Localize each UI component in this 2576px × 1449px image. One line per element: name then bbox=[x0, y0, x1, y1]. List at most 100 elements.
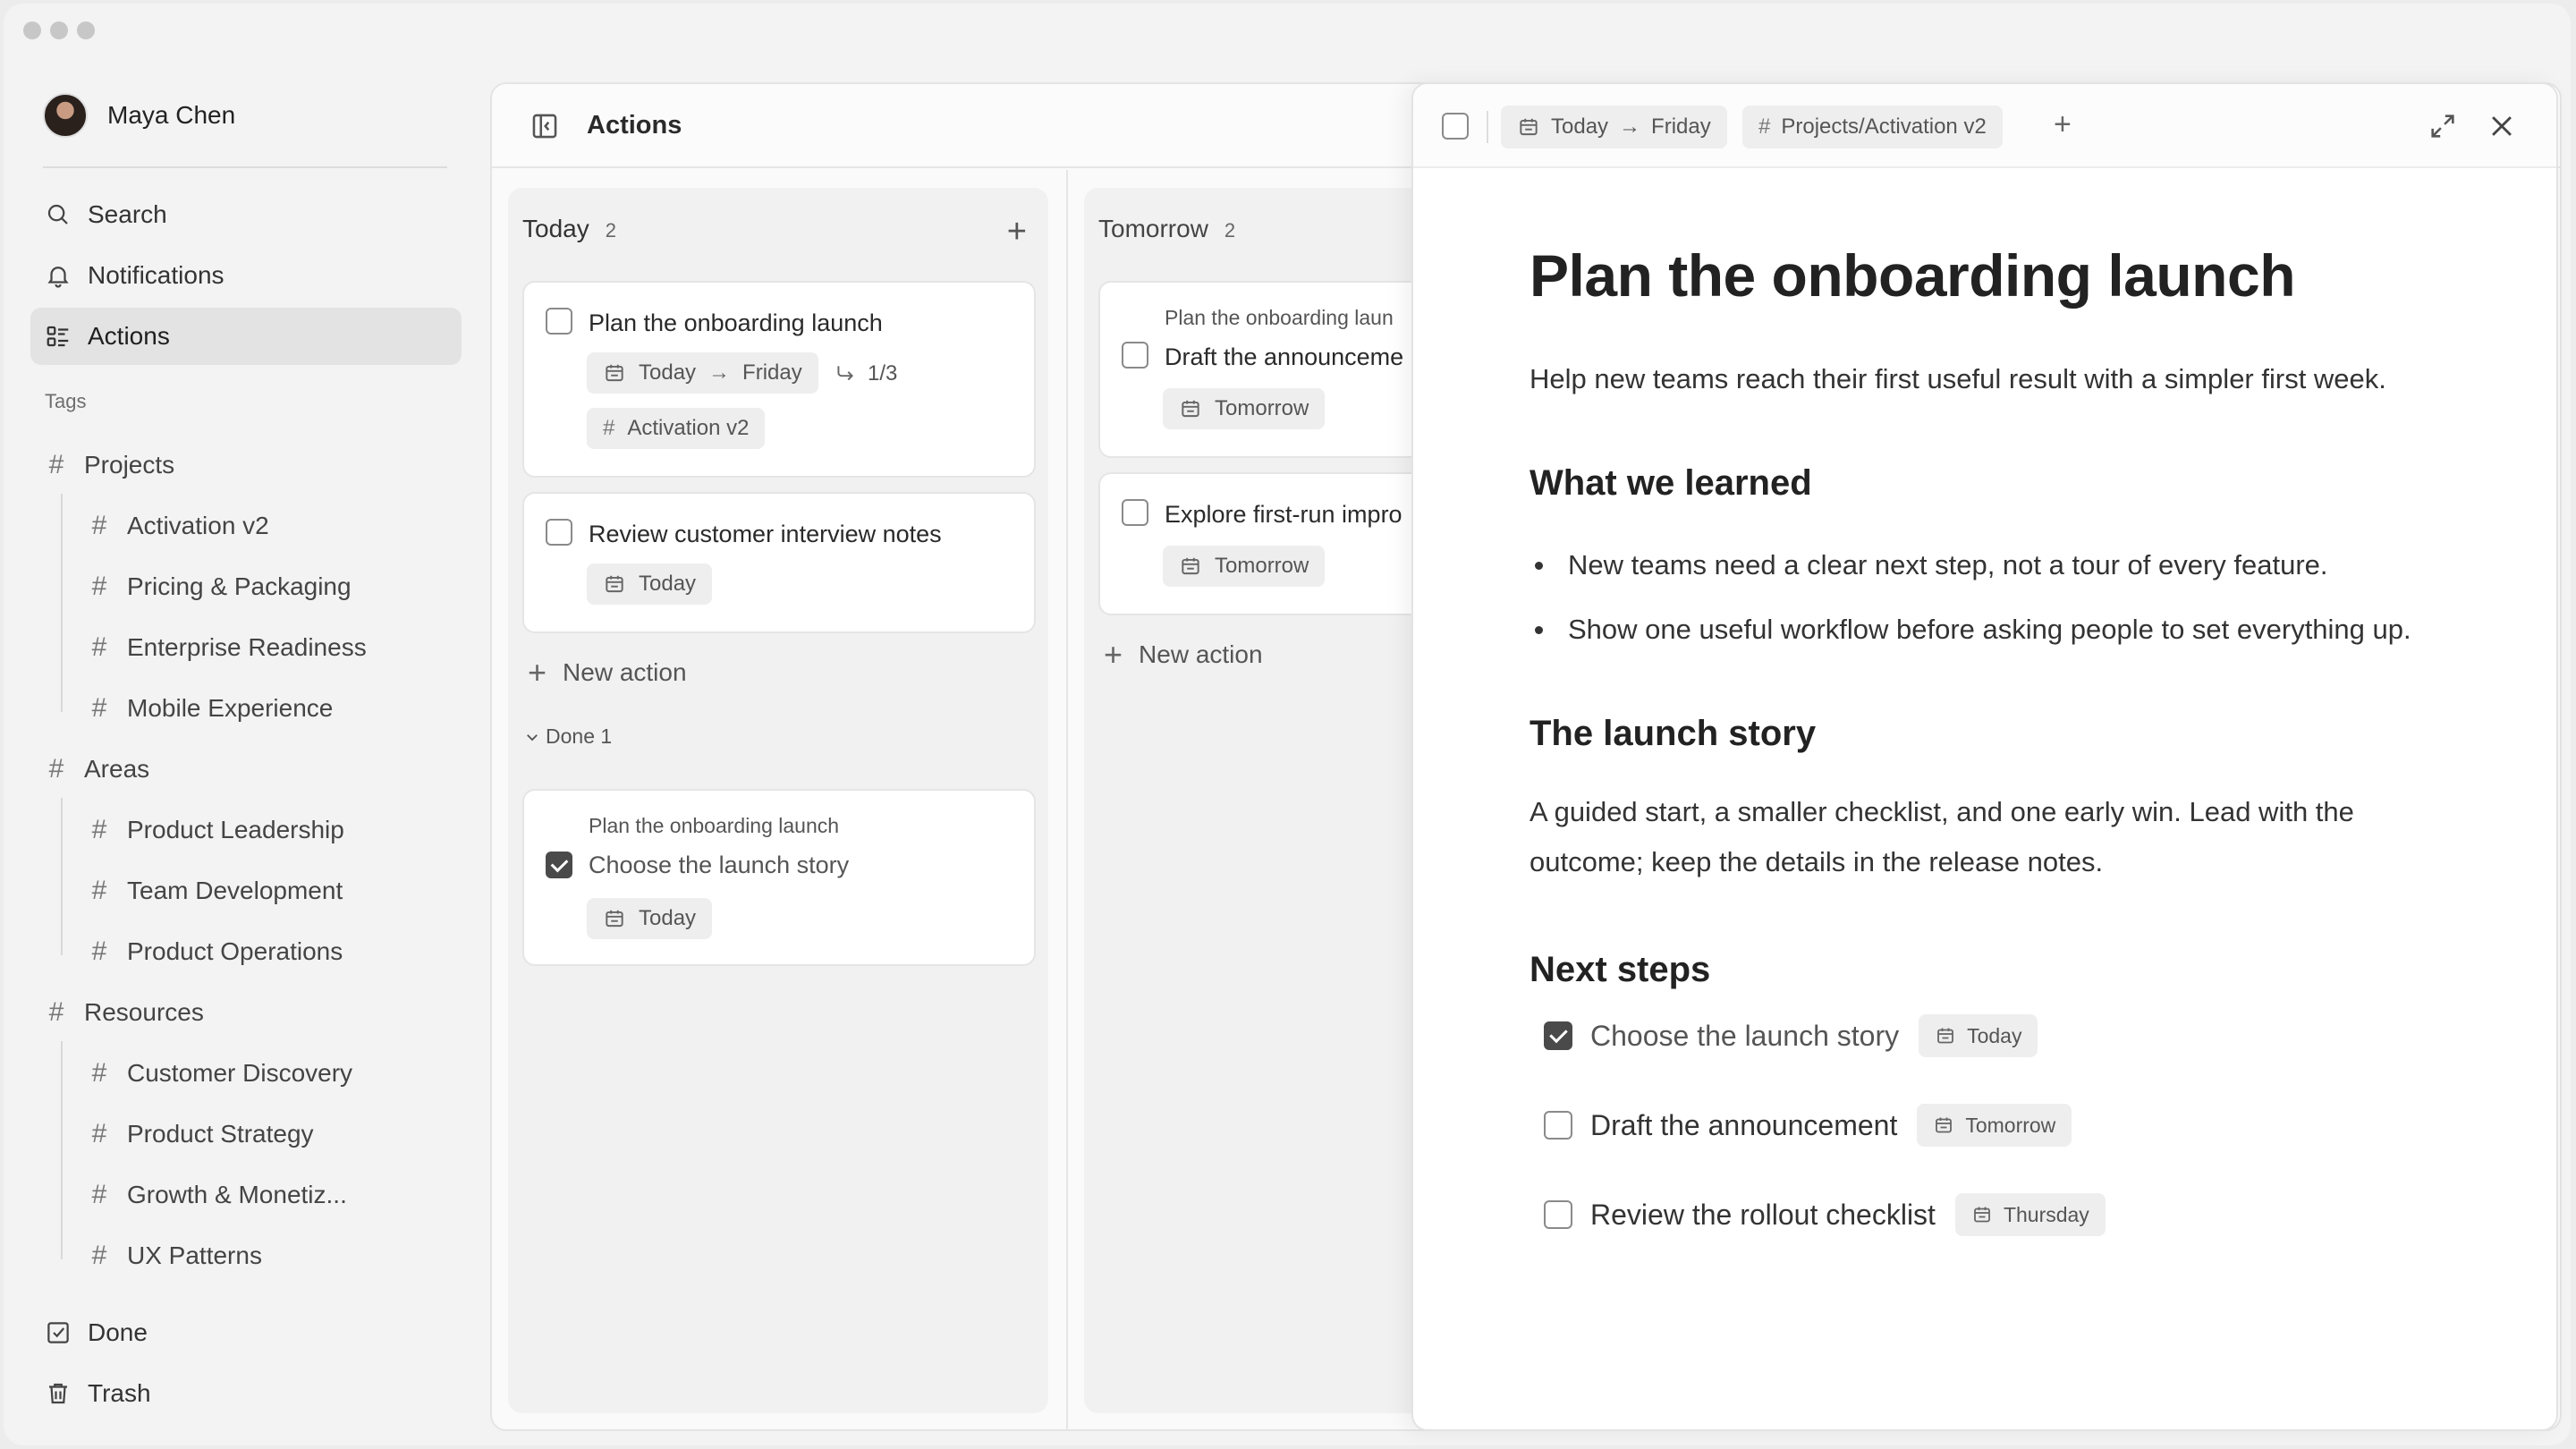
todo-checkbox[interactable] bbox=[1544, 1111, 1572, 1140]
sidebar-toggle-icon[interactable] bbox=[530, 111, 560, 141]
date-chip[interactable]: Thursday bbox=[1954, 1193, 2106, 1236]
user-profile[interactable]: Maya Chen bbox=[43, 93, 235, 138]
tag-label: Enterprise Readiness bbox=[127, 633, 367, 661]
todo-checkbox[interactable] bbox=[1544, 1200, 1572, 1229]
hash-icon: # bbox=[91, 632, 107, 662]
tag-item[interactable]: # Product Strategy bbox=[88, 1109, 314, 1159]
new-action-button[interactable]: + New action bbox=[528, 657, 687, 689]
hash-icon: # bbox=[91, 936, 107, 966]
done-section-toggle[interactable]: Done 1 bbox=[524, 724, 612, 749]
todo-checkbox-checked[interactable] bbox=[1544, 1021, 1572, 1050]
tag-label: Mobile Experience bbox=[127, 694, 334, 722]
card-checkbox[interactable] bbox=[546, 519, 572, 546]
tag-item[interactable]: # Product Leadership bbox=[88, 805, 344, 855]
tag-item[interactable]: # Enterprise Readiness bbox=[88, 623, 367, 673]
add-action-button[interactable]: + bbox=[1007, 215, 1027, 249]
arrow-right-icon: → bbox=[708, 360, 731, 385]
tag-label: Team Development bbox=[127, 877, 343, 904]
card-parent-title: Plan the onboarding launch bbox=[589, 814, 840, 837]
expand-icon[interactable] bbox=[2428, 111, 2458, 141]
date-label: Today bbox=[639, 906, 697, 930]
action-card[interactable]: Plan the onboarding launch Today → Frida… bbox=[522, 281, 1036, 478]
column-title: Today bbox=[522, 215, 589, 242]
bullet-text: New teams need a clear next step, not a … bbox=[1568, 549, 2328, 580]
tag-label: Resources bbox=[84, 998, 204, 1026]
date-label: Thursday bbox=[2003, 1202, 2089, 1226]
tag-label: Activation v2 bbox=[127, 512, 269, 539]
todo-item[interactable]: Review the rollout checklist Thursday bbox=[1544, 1193, 2106, 1236]
tag-item[interactable]: # Pricing & Packaging bbox=[88, 562, 352, 612]
date-chip[interactable]: Tomorrow bbox=[1163, 546, 1326, 587]
calendar-icon bbox=[606, 575, 623, 593]
tree-line bbox=[61, 1041, 63, 1259]
calendar-icon bbox=[1182, 557, 1199, 575]
sidebar-item-actions[interactable]: Actions bbox=[30, 308, 462, 365]
sidebar-item-notifications[interactable]: Notifications bbox=[30, 247, 462, 304]
card-title: Review customer interview notes bbox=[589, 521, 942, 547]
project-tag-chip[interactable]: # Projects/Activation v2 bbox=[1742, 106, 2003, 148]
tag-group-resources[interactable]: # Resources bbox=[45, 987, 204, 1038]
date-label: Today bbox=[639, 572, 697, 596]
sidebar-item-search[interactable]: Search bbox=[30, 186, 462, 243]
document-title[interactable]: Plan the onboarding launch bbox=[1530, 242, 2296, 309]
sidebar-item-label: Done bbox=[88, 1318, 148, 1346]
tag-item[interactable]: # UX Patterns bbox=[88, 1231, 262, 1281]
tag-item[interactable]: # Growth & Monetiz... bbox=[88, 1170, 347, 1220]
sidebar-item-trash[interactable]: Trash bbox=[30, 1365, 462, 1422]
hash-icon: # bbox=[91, 1180, 107, 1209]
todo-item[interactable]: Choose the launch story Today bbox=[1544, 1014, 2038, 1057]
section-body[interactable]: A guided start, a smaller checklist, and… bbox=[1530, 787, 2460, 887]
tag-item[interactable]: # Customer Discovery bbox=[88, 1048, 352, 1098]
bullet-item[interactable]: New teams need a clear next step, not a … bbox=[1535, 549, 2328, 581]
date-from: Today bbox=[639, 360, 697, 385]
tag-item[interactable]: # Mobile Experience bbox=[88, 683, 334, 733]
date-chip[interactable]: Today bbox=[587, 898, 713, 939]
close-icon[interactable] bbox=[2487, 111, 2517, 141]
new-action-button[interactable]: + New action bbox=[1104, 639, 1263, 671]
card-checkbox[interactable] bbox=[1122, 499, 1148, 526]
date-chip[interactable]: Tomorrow bbox=[1163, 388, 1326, 429]
date-range-chip[interactable]: Today → Friday bbox=[1501, 106, 1727, 148]
column-header: Tomorrow 2 bbox=[1098, 215, 1235, 243]
action-card-done[interactable]: Plan the onboarding launch Choose the la… bbox=[522, 789, 1036, 966]
add-property-button[interactable]: + bbox=[2054, 107, 2072, 142]
sidebar-item-done[interactable]: Done bbox=[30, 1304, 462, 1361]
action-card[interactable]: Review customer interview notes Today bbox=[522, 492, 1036, 633]
column-divider bbox=[1066, 170, 1068, 1429]
new-action-label: New action bbox=[563, 658, 687, 686]
tag-item[interactable]: # Team Development bbox=[88, 866, 343, 916]
hash-icon: # bbox=[48, 450, 64, 479]
subtask-progress: 1/3 bbox=[868, 361, 898, 386]
hash-icon: # bbox=[48, 754, 64, 784]
bullet-dot bbox=[1535, 561, 1543, 570]
calendar-icon bbox=[1974, 1207, 1990, 1223]
date-label: Today bbox=[1967, 1023, 2022, 1047]
date-chip[interactable]: Today bbox=[587, 564, 713, 605]
hash-icon: # bbox=[91, 572, 107, 601]
tag-item[interactable]: # Activation v2 bbox=[88, 501, 269, 551]
date-chip[interactable]: Tomorrow bbox=[1917, 1104, 2072, 1147]
tag-group-areas[interactable]: # Areas bbox=[45, 744, 150, 794]
chevron-down-icon bbox=[527, 733, 538, 741]
tag-item[interactable]: # Product Operations bbox=[88, 927, 343, 977]
card-checkbox-checked[interactable] bbox=[546, 852, 572, 878]
date-chip[interactable]: Today → Friday bbox=[587, 352, 818, 394]
bullet-item[interactable]: Show one useful workflow before asking p… bbox=[1535, 614, 2411, 646]
tag-chip[interactable]: # Activation v2 bbox=[587, 408, 766, 449]
card-title: Explore first-run impro bbox=[1165, 501, 1402, 528]
detail-checkbox[interactable] bbox=[1442, 113, 1469, 140]
section-heading: What we learned bbox=[1530, 463, 1812, 503]
date-to: Friday bbox=[1651, 114, 1711, 139]
tag-group-projects[interactable]: # Projects bbox=[45, 440, 175, 490]
done-section-label: Done 1 bbox=[546, 724, 613, 748]
sidebar-item-label: Trash bbox=[88, 1379, 151, 1407]
checkbox-icon bbox=[47, 1322, 69, 1343]
card-checkbox[interactable] bbox=[1122, 342, 1148, 369]
card-checkbox[interactable] bbox=[546, 308, 572, 335]
document-intro[interactable]: Help new teams reach their first useful … bbox=[1530, 354, 2513, 404]
hash-icon: # bbox=[91, 815, 107, 844]
bell-icon bbox=[47, 267, 69, 288]
todo-item[interactable]: Draft the announcement Tomorrow bbox=[1544, 1104, 2072, 1147]
date-chip[interactable]: Today bbox=[1919, 1014, 2038, 1057]
calendar-icon bbox=[1937, 1028, 1953, 1044]
